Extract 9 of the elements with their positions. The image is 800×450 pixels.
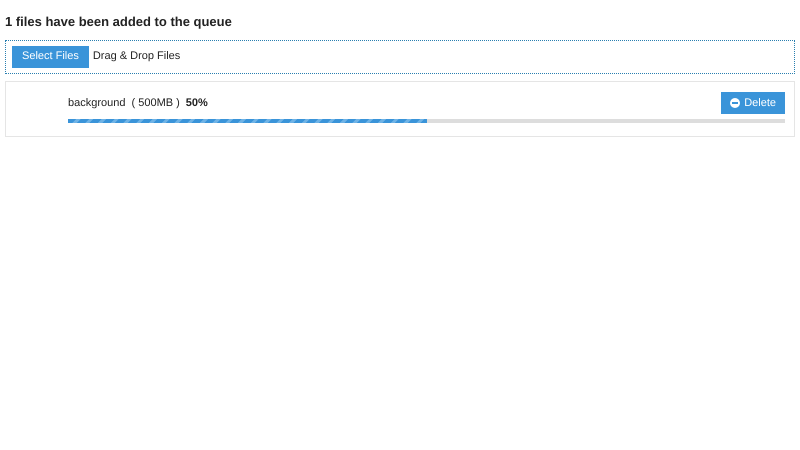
- delete-button[interactable]: Delete: [721, 92, 785, 114]
- queue-heading: 1 files have been added to the queue: [5, 13, 233, 31]
- select-files-button[interactable]: Select Files: [12, 46, 89, 68]
- file-percent: 50%: [186, 96, 208, 111]
- drop-zone[interactable]: Select Files Drag & Drop Files: [5, 40, 795, 74]
- minus-circle-icon: [730, 98, 740, 108]
- drop-label: Drag & Drop Files: [92, 49, 180, 64]
- file-size: ( 500MB ): [132, 96, 180, 111]
- file-name: background: [68, 96, 126, 111]
